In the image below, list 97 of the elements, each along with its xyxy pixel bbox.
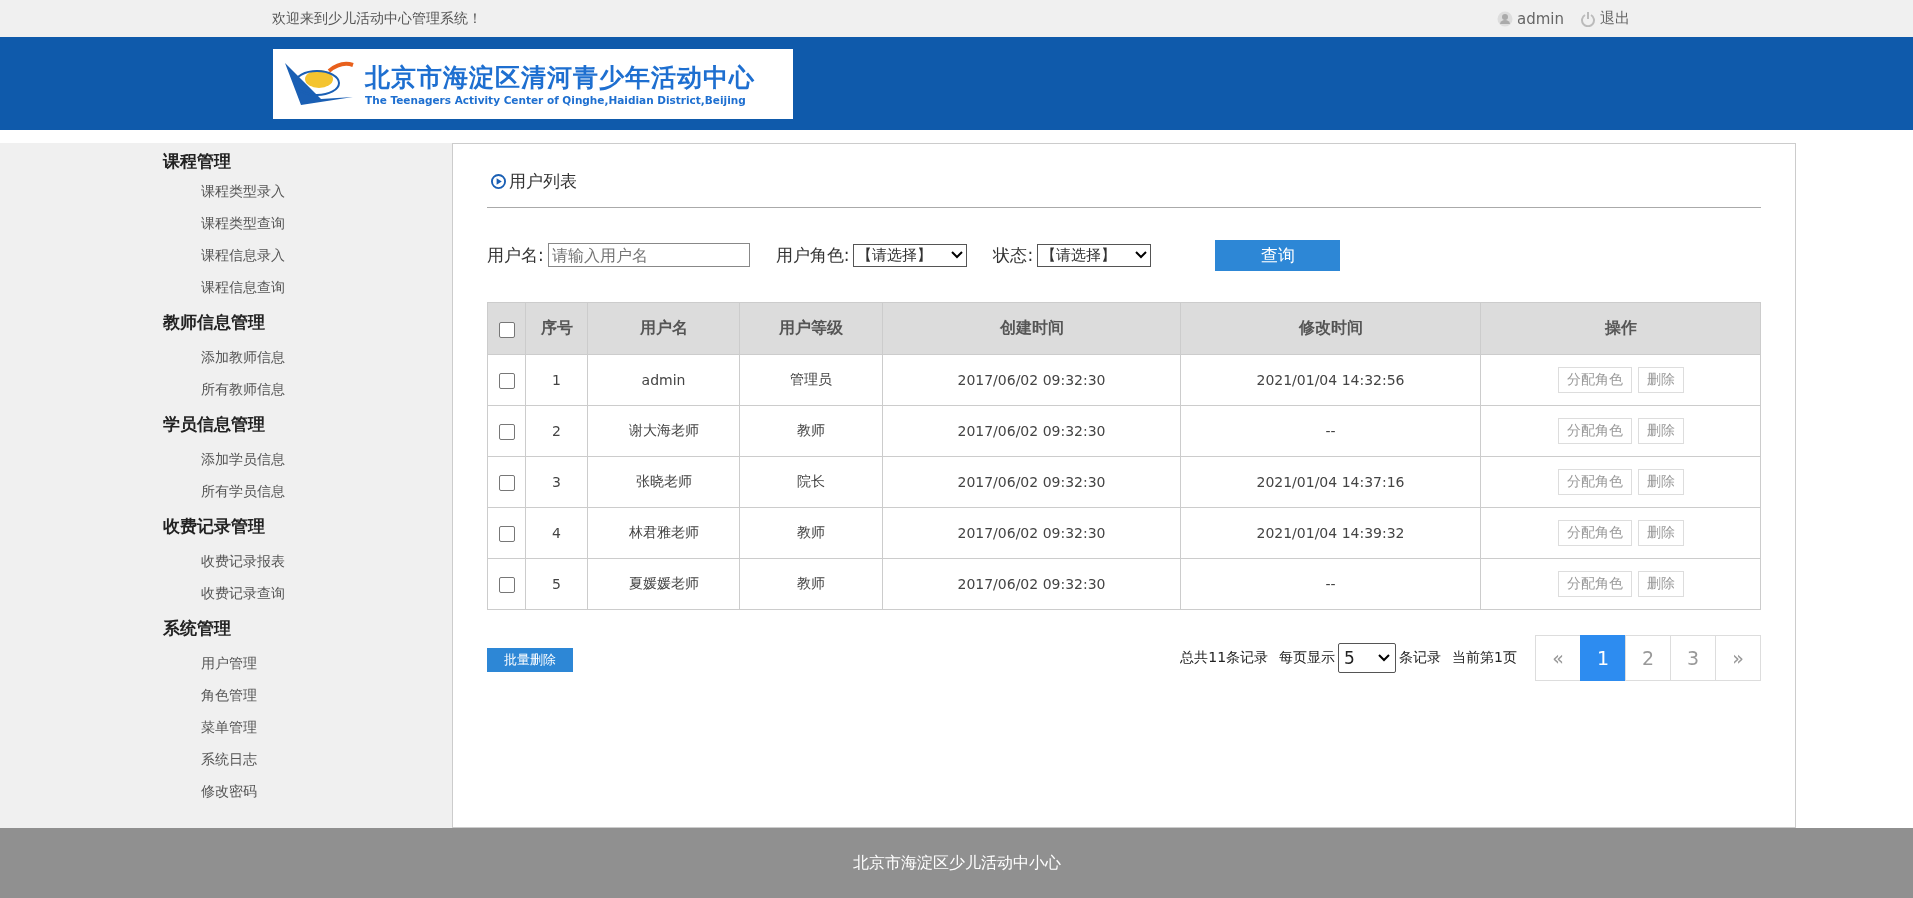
table-cell: 1	[525, 354, 588, 406]
row-checkbox[interactable]	[498, 576, 515, 593]
table-cell: 教师	[739, 405, 883, 457]
table-cell: 2021/01/04 14:39:32	[1180, 507, 1481, 559]
table-cell: admin	[587, 354, 740, 406]
table-cell: 2021/01/04 14:32:56	[1180, 354, 1481, 406]
column-header: 用户等级	[739, 302, 883, 355]
current-page: 当前第1页	[1452, 649, 1517, 667]
role-dropdown[interactable]: 【请选择】	[853, 243, 968, 267]
table-cell: 2017/06/02 09:32:30	[882, 405, 1181, 457]
table-cell: 2	[525, 405, 588, 457]
delete-button[interactable]: 删除	[1637, 520, 1684, 546]
chevron-icon	[1135, 251, 1148, 259]
logo-title: 北京市海淀区清河青少年活动中心	[365, 62, 755, 94]
logout-link[interactable]: 退出	[1600, 9, 1630, 28]
footer-text: 北京市海淀区少儿活动中小心	[852, 852, 1061, 874]
assign-role-button[interactable]: 分配角色	[1557, 367, 1632, 393]
select-all-checkbox[interactable]	[498, 321, 515, 338]
per-page-dropdown[interactable]: 5	[1338, 643, 1397, 673]
assign-role-button[interactable]: 分配角色	[1557, 520, 1632, 546]
chevron-icon	[951, 251, 964, 259]
sidebar-heading: 学员信息管理	[163, 413, 266, 436]
table-cell: 4	[525, 507, 588, 559]
assign-role-button[interactable]: 分配角色	[1557, 418, 1632, 444]
column-header: 序号	[525, 302, 588, 355]
chevron-icon	[1378, 654, 1391, 662]
table-cell: 林君雅老师	[587, 507, 740, 559]
table-cell: 教师	[739, 507, 883, 559]
table-cell: 2017/06/02 09:32:30	[882, 456, 1181, 508]
username-field[interactable]: 请输入用户名	[547, 243, 750, 267]
role-label: 用户角色:	[775, 243, 850, 267]
row-checkbox[interactable]	[498, 474, 515, 491]
next-page-button[interactable]: »	[1715, 635, 1761, 681]
logo-subtitle: The Teenagers Activity Center of Qinghe,Haidian District,Beijing	[365, 94, 747, 106]
row-checkbox[interactable]	[498, 423, 515, 440]
delete-button[interactable]: 删除	[1637, 469, 1684, 495]
sidebar-heading: 课程管理	[163, 150, 232, 173]
delete-button[interactable]: 删除	[1637, 367, 1684, 393]
page-button[interactable]: 2	[1625, 635, 1671, 681]
delete-button[interactable]: 删除	[1637, 418, 1684, 444]
panel-title: 用户列表	[509, 170, 577, 193]
table-cell: 张晓老师	[587, 456, 740, 508]
delete-button[interactable]: 删除	[1637, 571, 1684, 597]
column-header: 修改时间	[1180, 302, 1481, 355]
column-header: 用户名	[587, 302, 740, 355]
sidebar-item[interactable]: 所有教师信息	[163, 373, 285, 405]
per-page-label: 每页显示	[1279, 649, 1336, 667]
username-label: 用户名:	[487, 243, 544, 267]
sidebar-item[interactable]: 角色管理	[163, 679, 257, 711]
sidebar-item[interactable]: 菜单管理	[163, 711, 257, 743]
table-cell: --	[1180, 558, 1481, 610]
sidebar-item[interactable]: 收费记录报表	[163, 545, 285, 577]
table-cell: 谢大海老师	[587, 405, 740, 457]
batch-delete-button[interactable]: 批量删除	[487, 648, 573, 672]
per-page-suffix: 条记录	[1399, 649, 1442, 667]
search-button[interactable]: 查询	[1215, 239, 1341, 271]
assign-role-button[interactable]: 分配角色	[1557, 571, 1632, 597]
table-cell: 2017/06/02 09:32:30	[882, 558, 1181, 610]
column-header: 创建时间	[882, 302, 1181, 355]
sidebar-heading: 系统管理	[163, 617, 232, 640]
status-dropdown[interactable]: 【请选择】	[1037, 243, 1152, 267]
column-header: 操作	[1480, 302, 1761, 355]
user-icon	[1497, 10, 1513, 27]
sidebar-item[interactable]: 收费记录查询	[163, 577, 285, 609]
table-cell: 教师	[739, 558, 883, 610]
sidebar-item[interactable]: 用户管理	[163, 647, 257, 679]
table-cell: 2017/06/02 09:32:30	[882, 507, 1181, 559]
sidebar-item[interactable]: 添加教师信息	[163, 341, 285, 373]
table-cell: 管理员	[739, 354, 883, 406]
table-cell: --	[1180, 405, 1481, 457]
sidebar-item[interactable]: 修改密码	[163, 775, 257, 807]
assign-role-button[interactable]: 分配角色	[1557, 469, 1632, 495]
table-cell: 2021/01/04 14:37:16	[1180, 456, 1481, 508]
welcome-text: 欢迎来到少儿活动中心管理系统！	[272, 9, 482, 28]
sidebar-item[interactable]: 添加学员信息	[163, 443, 285, 475]
sidebar-heading: 收费记录管理	[163, 515, 266, 538]
table-cell: 夏媛媛老师	[587, 558, 740, 610]
play-icon	[491, 174, 506, 189]
sidebar-item[interactable]: 课程信息查询	[163, 271, 285, 303]
page-button[interactable]: 1	[1580, 635, 1626, 681]
sidebar-item[interactable]: 所有学员信息	[163, 475, 285, 507]
table-cell: 5	[525, 558, 588, 610]
row-checkbox[interactable]	[498, 525, 515, 542]
table-cell: 3	[525, 456, 588, 508]
sidebar-item[interactable]: 课程信息录入	[163, 239, 285, 271]
total-records: 总共11条记录	[1180, 649, 1269, 667]
user-link[interactable]: admin	[1517, 9, 1564, 28]
row-checkbox[interactable]	[498, 372, 515, 389]
page-button[interactable]: 3	[1670, 635, 1716, 681]
sidebar-item[interactable]: 课程类型查询	[163, 207, 285, 239]
sidebar-heading: 教师信息管理	[163, 311, 266, 334]
prev-page-button[interactable]: «	[1535, 635, 1581, 681]
table-cell: 2017/06/02 09:32:30	[882, 354, 1181, 406]
table-cell: 院长	[739, 456, 883, 508]
sidebar-item[interactable]: 课程类型录入	[163, 175, 285, 207]
status-label: 状态:	[993, 243, 1034, 267]
sidebar-item[interactable]: 系统日志	[163, 743, 257, 775]
